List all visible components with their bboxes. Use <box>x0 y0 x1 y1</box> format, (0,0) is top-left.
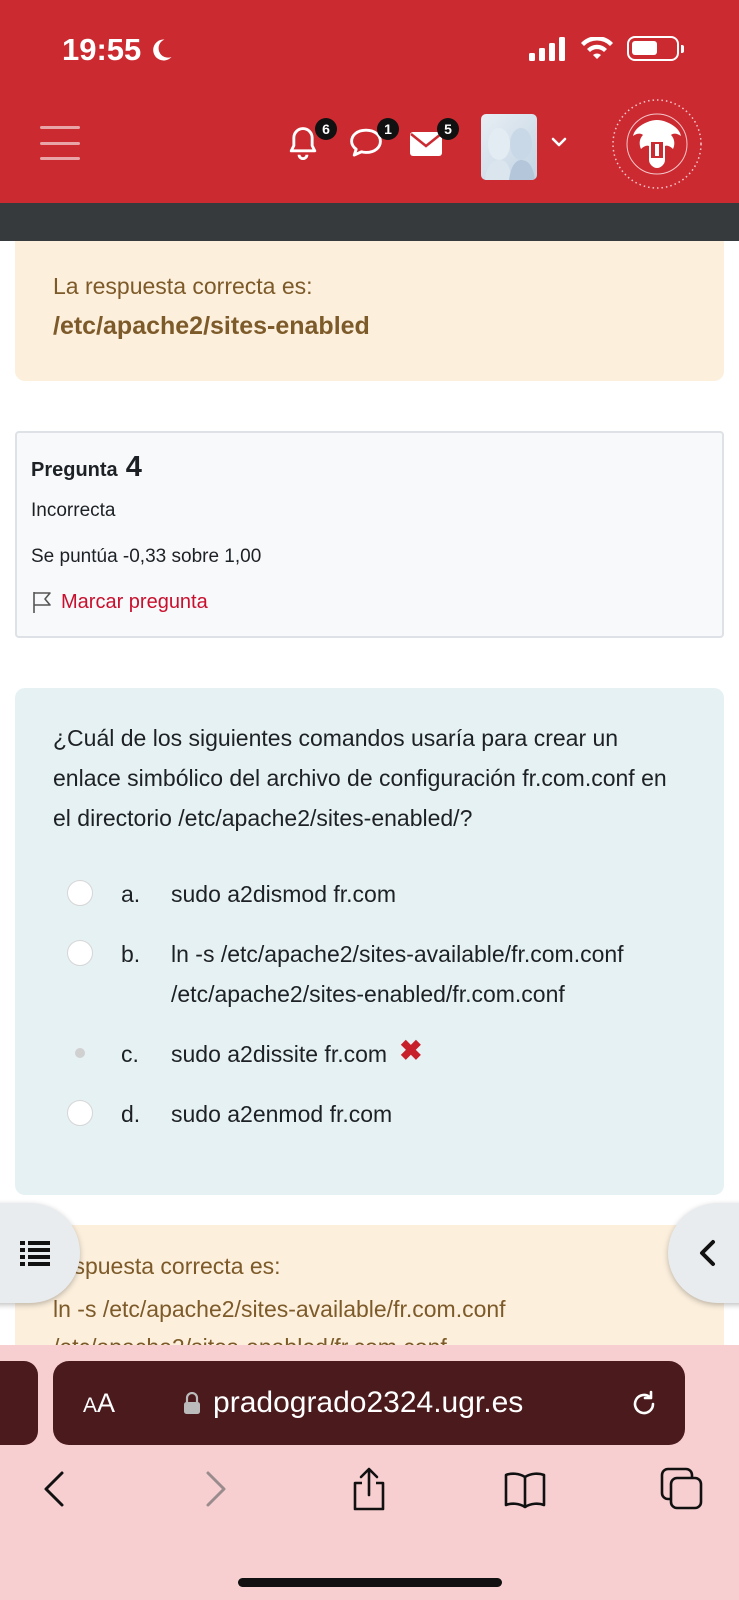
mail-badge: 5 <box>437 118 459 140</box>
notifications-badge: 6 <box>315 118 337 140</box>
lock-icon <box>184 1392 201 1414</box>
option-c-text: sudo a2dissite fr.com <box>171 1041 388 1067</box>
option-b-radio[interactable] <box>67 940 93 966</box>
forward-icon[interactable] <box>192 1467 236 1511</box>
user-avatar[interactable] <box>481 114 537 180</box>
time-text: 19:55 <box>62 32 142 67</box>
option-c[interactable]: c. sudo a2dissite fr.com ✖ <box>67 1034 686 1074</box>
text-size-big: A <box>97 1387 116 1418</box>
browser-bottom-bar: AA pradogrado2324.ugr.es <box>0 1345 739 1600</box>
tabs-icon[interactable] <box>660 1467 704 1511</box>
correct-answer-feedback: respuesta correcta es: ln -s /etc/apache… <box>15 1225 724 1345</box>
chevron-down-icon[interactable] <box>551 134 567 150</box>
option-d[interactable]: d. sudo a2enmod fr.com <box>67 1094 686 1134</box>
messages-button[interactable]: 1 <box>349 118 399 166</box>
option-b-text: ln -s /etc/apache2/sites-available/fr.co… <box>171 941 624 1007</box>
battery-icon <box>627 36 684 61</box>
previous-feedback-value: /etc/apache2/sites-enabled <box>53 312 370 340</box>
university-seal-logo <box>612 99 702 189</box>
notifications-button[interactable]: 6 <box>287 118 337 166</box>
option-d-radio[interactable] <box>67 1100 93 1126</box>
question-label: Pregunta <box>31 459 118 481</box>
option-b[interactable]: b. ln -s /etc/apache2/sites-available/fr… <box>67 934 686 1014</box>
previous-tab-preview[interactable] <box>0 1361 38 1445</box>
moon-icon <box>153 39 172 61</box>
previous-feedback-box: La respuesta correcta es: /etc/apache2/s… <box>15 241 724 381</box>
bell-icon <box>289 127 317 161</box>
incorrect-icon: ✖ <box>399 1035 423 1066</box>
signal-icon <box>529 36 565 61</box>
status-time: 19:55 <box>62 32 175 68</box>
flag-icon <box>33 592 51 613</box>
address-bar[interactable]: AA pradogrado2324.ugr.es <box>53 1361 685 1445</box>
previous-feedback-label: La respuesta correcta es: <box>53 273 313 299</box>
option-c-letter: c. <box>121 1041 139 1067</box>
option-d-letter: d. <box>121 1101 141 1127</box>
option-b-letter: b. <box>121 941 141 967</box>
question-title: Pregunta 4 <box>31 451 708 484</box>
question-box: ¿Cuál de los siguientes comandos usaría … <box>15 688 724 1195</box>
flag-question-link[interactable]: Marcar pregunta <box>31 590 708 614</box>
feedback-label: respuesta correcta es: <box>53 1253 281 1279</box>
list-icon <box>20 1241 50 1266</box>
question-number: 4 <box>125 451 142 483</box>
option-a[interactable]: a. sudo a2dismod fr.com <box>67 874 686 914</box>
back-icon[interactable] <box>34 1467 78 1511</box>
url-text: pradogrado2324.ugr.es <box>213 1386 524 1419</box>
option-d-text: sudo a2enmod fr.com <box>171 1101 393 1127</box>
option-a-text: sudo a2dismod fr.com <box>171 881 397 907</box>
reload-icon[interactable] <box>629 1389 659 1419</box>
question-info-box: Pregunta 4 Incorrecta Se puntúa -0,33 so… <box>15 431 724 638</box>
option-c-radio[interactable] <box>67 1040 93 1066</box>
avatar-image <box>485 128 535 180</box>
text-size-small: A <box>83 1393 98 1417</box>
dark-toolbar <box>0 203 739 241</box>
text-size-button[interactable]: AA <box>83 1388 115 1419</box>
messages-badge: 1 <box>377 118 399 140</box>
question-text: ¿Cuál de los siguientes comandos usaría … <box>53 725 667 831</box>
home-indicator <box>238 1578 502 1587</box>
question-grade: Se puntúa -0,33 sobre 1,00 <box>31 546 262 567</box>
feedback-value: ln -s /etc/apache2/sites-available/fr.co… <box>53 1296 506 1345</box>
menu-button[interactable] <box>40 126 80 160</box>
chevron-left-icon <box>700 1240 715 1266</box>
share-icon[interactable] <box>347 1467 391 1511</box>
mail-button[interactable]: 5 <box>409 118 459 166</box>
status-icons <box>529 36 684 61</box>
wifi-icon <box>581 36 613 59</box>
question-state: Incorrecta <box>31 500 116 521</box>
answer-options: a. sudo a2dismod fr.com b. ln -s /etc/ap… <box>53 874 686 1134</box>
top-header: 19:55 6 1 5 <box>0 0 739 203</box>
option-a-radio[interactable] <box>67 880 93 906</box>
bookmarks-icon[interactable] <box>503 1467 547 1511</box>
flag-question-label: Marcar pregunta <box>61 590 208 613</box>
option-a-letter: a. <box>121 881 141 907</box>
